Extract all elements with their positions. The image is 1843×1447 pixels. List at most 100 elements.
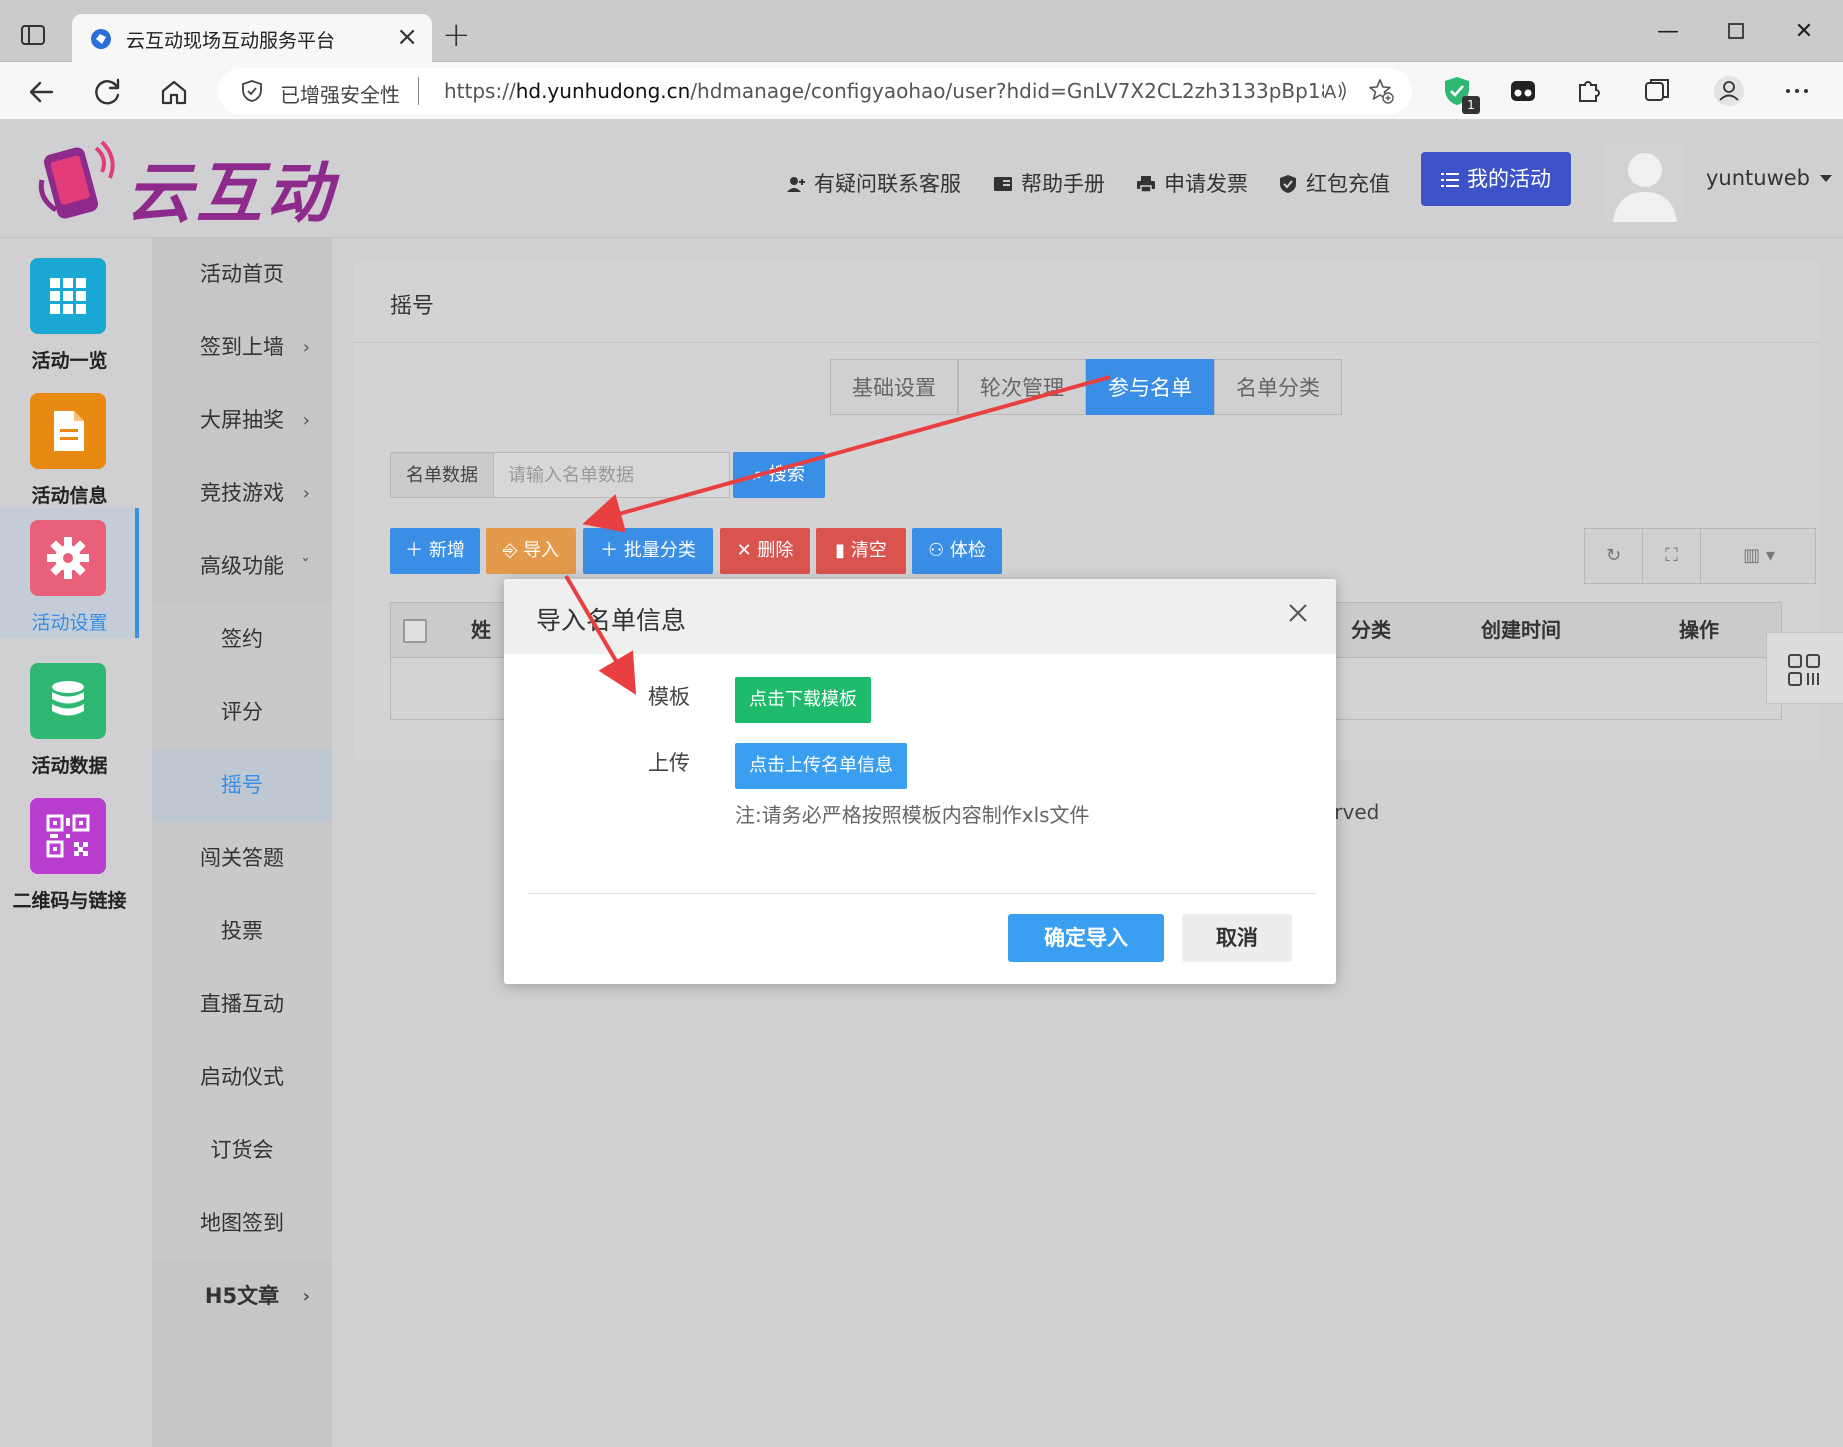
fullscreen-icon[interactable]: ⛶	[1643, 529, 1701, 583]
upload-label: 上传	[648, 751, 690, 775]
manual-link[interactable]: 帮助手册	[993, 168, 1105, 198]
header-category[interactable]: 分类	[1321, 603, 1421, 657]
column-toggle-icon[interactable]	[1766, 632, 1843, 704]
sub-item-h5[interactable]: H5文章 ›	[152, 1260, 332, 1333]
sub-item-vote[interactable]: 投票	[152, 895, 332, 968]
sub-item-order[interactable]: 订货会	[152, 1114, 332, 1187]
sub-item-live[interactable]: 直播互动	[152, 968, 332, 1041]
import-button[interactable]: ⎆ 导入	[486, 528, 576, 574]
extension-shield-icon[interactable]: 1	[1440, 74, 1480, 114]
new-tab-icon[interactable]: +	[442, 18, 471, 52]
sub-item-signin[interactable]: 签到上墙 ›	[152, 311, 332, 384]
grid-icon	[30, 258, 106, 334]
select-all-checkbox[interactable]	[403, 619, 427, 643]
batch-category-button[interactable]: ＋ 批量分类	[583, 528, 713, 574]
page-title: 摇号	[390, 294, 435, 319]
back-icon[interactable]	[24, 74, 60, 110]
shield-check-icon	[1278, 174, 1298, 194]
invoice-link[interactable]: 申请发票	[1136, 168, 1248, 198]
tab-basic-settings[interactable]: 基础设置	[830, 359, 958, 415]
collections-icon[interactable]	[1640, 74, 1674, 108]
gear-icon	[30, 520, 106, 596]
sub-item-games[interactable]: 竞技游戏 ›	[152, 457, 332, 530]
sub-item-quiz[interactable]: 闯关答题	[152, 822, 332, 895]
sub-label: 评分	[221, 700, 263, 724]
search-icon: ⌕	[753, 464, 769, 485]
confirm-import-button[interactable]: 确定导入	[1008, 914, 1164, 962]
sidebar-item-qrcode[interactable]: 二维码与链接	[0, 786, 139, 916]
avatar[interactable]	[1605, 138, 1685, 222]
user-menu[interactable]: yuntuweb	[1706, 166, 1833, 190]
support-link[interactable]: 有疑问联系客服	[786, 168, 961, 198]
minimize-icon[interactable]: —	[1648, 14, 1688, 50]
refresh-icon[interactable]: ↻	[1585, 529, 1643, 583]
sub-item-yaohao[interactable]: 摇号	[152, 749, 332, 822]
tab-round-management[interactable]: 轮次管理	[958, 359, 1086, 415]
sub-item-advanced[interactable]: 高级功能 ˇ	[152, 530, 332, 603]
my-activity-button[interactable]: 我的活动	[1421, 152, 1571, 206]
add-button[interactable]: ＋ 新增	[390, 528, 480, 574]
sub-label: 投票	[221, 919, 263, 943]
sidebar-item-settings[interactable]: 活动设置	[0, 508, 139, 638]
sidebar-item-info[interactable]: 活动信息	[0, 381, 139, 511]
close-icon[interactable]	[1286, 601, 1310, 625]
username-label: yuntuweb	[1706, 166, 1811, 190]
home-icon[interactable]	[156, 74, 192, 110]
search-button[interactable]: ⌕ 搜索	[733, 452, 825, 498]
book-icon	[993, 174, 1013, 194]
download-template-button[interactable]: 点击下载模板	[735, 677, 871, 723]
sidebar-item-overview[interactable]: 活动一览	[0, 246, 139, 376]
tab-participant-list[interactable]: 参与名单	[1086, 359, 1214, 415]
reload-icon[interactable]	[90, 74, 126, 110]
close-window-icon[interactable]: ✕	[1784, 14, 1824, 50]
extension-glasses-icon[interactable]	[1506, 74, 1540, 108]
extensions-puzzle-icon[interactable]	[1572, 74, 1606, 108]
template-label: 模板	[648, 685, 690, 709]
sidebar-item-data[interactable]: 活动数据	[0, 651, 139, 781]
extension-badge: 1	[1462, 96, 1480, 114]
tab-close-icon[interactable]: ×	[396, 24, 418, 50]
profile-icon[interactable]	[1712, 74, 1746, 108]
sub-item-lottery[interactable]: 大屏抽奖 ›	[152, 384, 332, 457]
tab-list-category[interactable]: 名单分类	[1214, 359, 1342, 415]
sub-item-sign-contract[interactable]: 签约	[152, 603, 332, 676]
favorite-add-icon[interactable]	[1368, 78, 1394, 104]
browser-tab[interactable]: 云互动现场互动服务平台 ×	[72, 14, 432, 62]
site-favicon-icon	[90, 28, 112, 50]
chevron-right-icon: ›	[302, 337, 310, 358]
logo-icon[interactable]	[36, 140, 122, 222]
sub-item-home[interactable]: 活动首页	[152, 238, 332, 311]
url-host: hd.yunhudong.cn	[515, 79, 691, 103]
sub-label: 地图签到	[200, 1211, 284, 1235]
url-field[interactable]: 已增强安全性 https://hd.yunhudong.cn/hdmanage/…	[218, 68, 1412, 114]
check-button[interactable]: ⚇ 体检	[912, 528, 1002, 574]
sidebar-label-info: 活动信息	[31, 485, 108, 507]
header-name[interactable]: 姓	[461, 603, 501, 657]
sub-label-games: 竞技游戏	[200, 481, 284, 505]
browser-address-bar: 已增强安全性 https://hd.yunhudong.cn/hdmanage/…	[0, 62, 1843, 120]
maximize-icon[interactable]	[1716, 14, 1756, 50]
header-created[interactable]: 创建时间	[1441, 603, 1601, 657]
url-text[interactable]: https://hd.yunhudong.cn/hdmanage/configy…	[444, 79, 1324, 103]
delete-button[interactable]: ✕ 删除	[720, 528, 810, 574]
read-aloud-icon[interactable]: A	[1322, 78, 1348, 104]
tab-actions-icon[interactable]	[18, 20, 48, 50]
security-label[interactable]: 已增强安全性	[280, 79, 400, 108]
logo-text[interactable]: 云互动	[126, 140, 336, 236]
printer-icon	[1136, 174, 1156, 194]
more-options-icon[interactable]	[1780, 74, 1814, 108]
sub-item-ceremony[interactable]: 启动仪式	[152, 1041, 332, 1114]
manual-label: 帮助手册	[1021, 172, 1105, 196]
recharge-link[interactable]: 红包充值	[1278, 168, 1390, 198]
columns-dropdown-icon[interactable]: ▥ ▾	[1701, 529, 1817, 583]
shield-icon[interactable]	[240, 79, 264, 103]
sub-item-score[interactable]: 评分	[152, 676, 332, 749]
search-input[interactable]: 请输入名单数据	[494, 452, 730, 498]
upload-list-button[interactable]: 点击上传名单信息	[735, 743, 907, 789]
search-label: 名单数据	[390, 452, 494, 498]
browser-tab-bar: 云互动现场互动服务平台 × + — ✕	[0, 0, 1843, 62]
clear-button[interactable]: ▮ 清空	[816, 528, 906, 574]
cancel-button[interactable]: 取消	[1182, 914, 1292, 962]
user-check-icon: ⚇	[928, 540, 950, 561]
sub-item-map-signin[interactable]: 地图签到	[152, 1187, 332, 1260]
